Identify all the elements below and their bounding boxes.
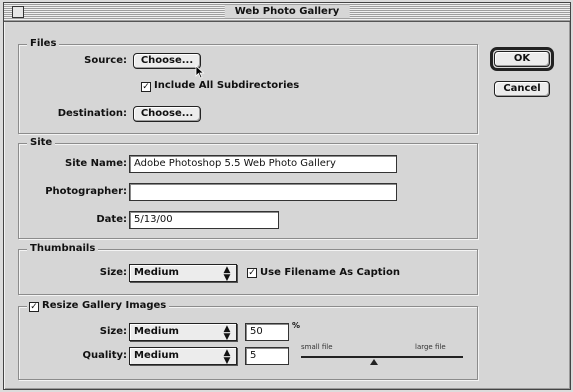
use-filename-caption-label[interactable]: Use Filename As Caption: [260, 267, 400, 278]
date-field[interactable]: 5/13/00: [129, 211, 279, 229]
dialog-window: Web Photo Gallery OK Cancel Files Source…: [3, 2, 571, 390]
quality-slider-thumb[interactable]: [369, 359, 378, 365]
thumbnail-size-select[interactable]: Medium ▲ ▼: [129, 264, 237, 283]
resize-size-label: Size:: [99, 326, 127, 337]
resize-size-select[interactable]: Medium ▲ ▼: [129, 323, 237, 342]
window-title: Web Photo Gallery: [224, 5, 350, 18]
include-subdirectories-checkbox[interactable]: ✓: [141, 82, 151, 92]
resize-images-checkbox[interactable]: ✓: [29, 302, 39, 312]
thumbnail-size-label: Size:: [99, 267, 127, 278]
date-label: Date:: [96, 214, 127, 225]
resize-group: ✓ Resize Gallery Images Size: Medium ▲ ▼ 5…: [18, 300, 478, 380]
photographer-label: Photographer:: [45, 186, 127, 197]
destination-label: Destination:: [57, 108, 127, 119]
updown-arrows-icon: ▲ ▼: [223, 265, 231, 283]
destination-choose-button[interactable]: Choose...: [133, 106, 201, 122]
files-legend: Files: [27, 38, 60, 49]
thumbnails-legend: Thumbnails: [27, 243, 99, 254]
thumbnails-group: Thumbnails Size: Medium ▲ ▼ ✓ Use Filenam…: [18, 243, 478, 295]
source-label: Source:: [84, 55, 127, 66]
thumbnail-size-value: Medium: [134, 267, 179, 278]
quality-label: Quality:: [82, 350, 127, 361]
close-box[interactable]: [12, 6, 24, 18]
quality-value: Medium: [134, 350, 179, 361]
site-group: Site Site Name: Adobe Photoshop 5.5 Web …: [18, 137, 478, 239]
resize-images-label[interactable]: Resize Gallery Images: [42, 300, 166, 311]
include-subdirectories-label[interactable]: Include All Subdirectories: [154, 80, 299, 91]
photographer-field[interactable]: [129, 183, 397, 201]
site-legend: Site: [27, 137, 56, 148]
cancel-button[interactable]: Cancel: [494, 81, 550, 97]
site-name-label: Site Name:: [65, 158, 127, 169]
slider-large-file-label: large file: [415, 343, 446, 351]
resize-size-number-field[interactable]: 50: [245, 323, 289, 341]
site-name-field[interactable]: Adobe Photoshop 5.5 Web Photo Gallery: [129, 155, 397, 173]
resize-legend: ✓ Resize Gallery Images: [27, 300, 170, 312]
quality-number-field[interactable]: 5: [245, 347, 289, 365]
files-group: Files Source: Choose... ✓ Include All Su…: [18, 38, 478, 134]
title-bar[interactable]: Web Photo Gallery: [4, 3, 570, 22]
use-filename-caption-checkbox[interactable]: ✓: [247, 268, 257, 278]
updown-arrows-icon: ▲ ▼: [223, 348, 231, 366]
quality-slider-track[interactable]: [301, 356, 463, 365]
updown-arrows-icon: ▲ ▼: [223, 324, 231, 342]
slider-small-file-label: small file: [301, 343, 333, 351]
source-choose-button[interactable]: Choose...: [133, 53, 201, 69]
percent-unit-label: %: [292, 321, 301, 330]
quality-select[interactable]: Medium ▲ ▼: [129, 347, 237, 366]
resize-size-value: Medium: [134, 326, 179, 337]
ok-button[interactable]: OK: [494, 51, 550, 67]
arrow-cursor-icon: [195, 65, 205, 79]
